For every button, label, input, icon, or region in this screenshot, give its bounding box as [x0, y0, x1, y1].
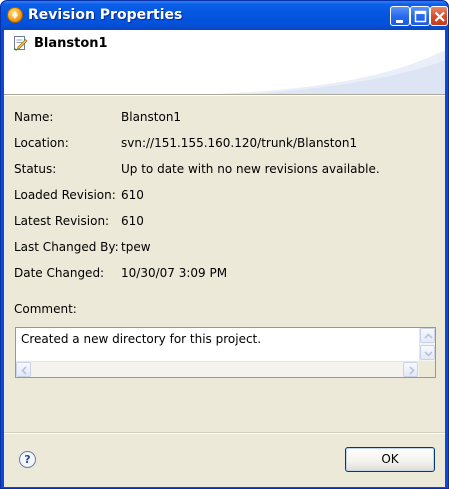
scroll-up-button[interactable]	[420, 328, 435, 343]
help-icon[interactable]: ?	[19, 451, 36, 468]
property-label: Last Changed By:	[14, 240, 119, 254]
property-value: tpew	[121, 240, 151, 254]
dialog-body: Blanston1 Name: Blanston1 Location: svn:…	[4, 30, 445, 487]
ok-button[interactable]: OK	[345, 447, 435, 472]
property-label: Loaded Revision:	[14, 188, 116, 202]
header-divider	[4, 94, 445, 96]
comment-text[interactable]: Created a new directory for this project…	[21, 332, 261, 346]
property-value: 10/30/07 3:09 PM	[121, 266, 228, 280]
maximize-button[interactable]	[410, 6, 430, 26]
property-label: Latest Revision:	[14, 214, 110, 228]
horizontal-scrollbar[interactable]	[16, 361, 419, 377]
header-decoration	[215, 50, 445, 94]
window-title: Revision Properties	[28, 7, 183, 23]
close-button[interactable]	[430, 6, 448, 26]
property-label: Name:	[14, 110, 54, 124]
scroll-right-button[interactable]	[403, 362, 418, 377]
property-value: Up to date with no new revisions availab…	[121, 162, 380, 176]
property-value: svn://151.155.160.120/trunk/Blanston1	[121, 136, 358, 150]
property-value: 610	[121, 214, 144, 228]
property-label: Date Changed:	[14, 266, 105, 280]
title-bar[interactable]: Revision Properties	[1, 1, 448, 30]
comment-textarea[interactable]: Created a new directory for this project…	[15, 327, 436, 378]
property-label: Status:	[14, 162, 57, 176]
vertical-scrollbar[interactable]	[419, 328, 435, 361]
file-icon	[12, 35, 28, 51]
app-icon	[7, 7, 23, 23]
item-name: Blanston1	[34, 36, 108, 51]
property-value: Blanston1	[121, 110, 182, 124]
property-value: 610	[121, 188, 144, 202]
minimize-button[interactable]	[390, 6, 410, 26]
scroll-down-button[interactable]	[420, 345, 435, 360]
comment-label: Comment:	[14, 302, 77, 316]
dialog-header: Blanston1	[4, 30, 445, 94]
footer-divider	[4, 432, 445, 434]
scroll-corner	[419, 361, 435, 377]
property-label: Location:	[14, 136, 69, 150]
scroll-left-button[interactable]	[16, 362, 31, 377]
revision-properties-window: Revision Properties Blanston1 Name: Blan…	[0, 0, 449, 489]
